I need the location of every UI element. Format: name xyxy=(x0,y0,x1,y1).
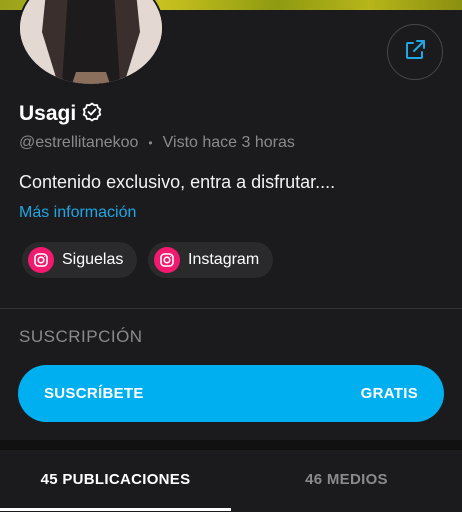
link-chip-instagram[interactable]: Instagram xyxy=(148,242,274,278)
link-chip-siguelas[interactable]: Siguelas xyxy=(22,242,138,278)
avatar[interactable] xyxy=(18,0,164,86)
last-seen: Visto hace 3 horas xyxy=(162,134,295,151)
subscribe-price: GRATIS xyxy=(360,385,418,402)
instagram-icon xyxy=(28,247,54,273)
profile-meta: @estrellitanekoo • Visto hace 3 horas xyxy=(19,134,295,152)
subscription-section-title: SUSCRIPCIÓN xyxy=(19,327,143,346)
profile-bio: Contenido exclusivo, entra a disfrutar..… xyxy=(19,172,336,192)
link-chip-label: Siguelas xyxy=(62,251,124,268)
instagram-icon xyxy=(154,247,180,273)
verified-icon xyxy=(82,102,102,127)
subscribe-button[interactable]: SUSCRÍBETE GRATIS xyxy=(18,365,444,422)
share-icon xyxy=(403,38,427,67)
active-tab-indicator xyxy=(0,508,231,511)
profile-name-row: Usagi xyxy=(19,101,102,127)
share-button[interactable] xyxy=(387,24,443,80)
more-info-link[interactable]: Más información xyxy=(19,204,136,222)
meta-separator: • xyxy=(148,136,153,150)
section-separator xyxy=(0,440,462,450)
subscribe-label: SUSCRÍBETE xyxy=(44,385,144,402)
profile-name: Usagi xyxy=(19,102,77,125)
divider xyxy=(0,308,462,309)
profile-handle: @estrellitanekoo xyxy=(19,134,139,151)
link-chip-label: Instagram xyxy=(188,251,260,268)
tab-media[interactable]: 46 MEDIOS xyxy=(231,450,462,508)
content-tabs: 45 PUBLICACIONES 46 MEDIOS xyxy=(0,450,462,512)
tab-posts[interactable]: 45 PUBLICACIONES xyxy=(0,450,231,508)
